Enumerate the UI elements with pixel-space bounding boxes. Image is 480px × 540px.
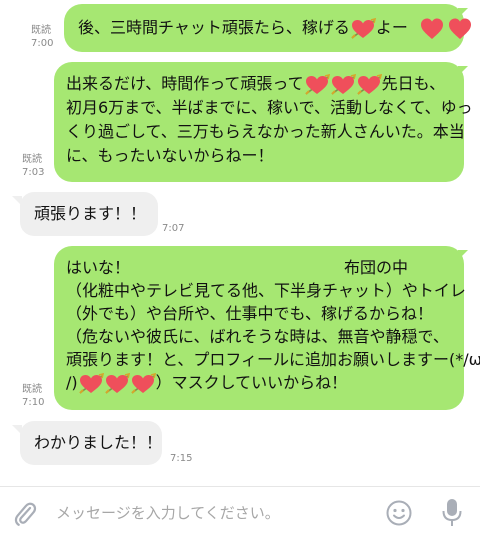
message-text-part: 布団の中 <box>344 258 409 277</box>
microphone-icon[interactable] <box>440 497 464 533</box>
chat-history[interactable]: 既読 7:00 後、三時間チャット頑張たら、稼げる よー 既読 7:03 出来るだ… <box>0 0 480 486</box>
heart-arrow-emoji <box>104 373 130 395</box>
message-text-part: 出来るだけ、時間作って頑張って <box>66 74 304 93</box>
heart-arrow-emoji <box>350 18 376 40</box>
message-text-line: 頑張ります！と、プロフィールに追加お願いしますー(*/ω <box>66 350 480 369</box>
message-text: 後、三時間チャット頑張たら、稼げる よー <box>78 16 450 41</box>
message-input[interactable]: メッセージを入力してください。 <box>56 502 280 523</box>
message-text-part: 先日も、 <box>381 74 446 93</box>
message-input-bar: メッセージを入力してください。 <box>0 486 480 540</box>
message-meta: 既読 7:03 <box>22 153 44 179</box>
heart-arrow-emoji <box>130 373 156 395</box>
heart-arrow-emoji <box>330 74 356 96</box>
heart-arrow-emoji <box>304 74 330 96</box>
message-text-line: （危ないや彼氏に、ばれそうな時は、無音や静穏で、 <box>66 327 449 346</box>
message-bubble-outgoing[interactable]: 後、三時間チャット頑張たら、稼げる よー <box>64 4 464 52</box>
message-text: 頑張ります！！ <box>34 204 147 223</box>
message-time: 7:15 <box>170 453 193 464</box>
message-text-part: /) <box>66 373 78 392</box>
heart-arrow-emoji <box>78 373 104 395</box>
message-text-part: 後、三時間チャット頑張たら、稼げる <box>78 18 350 37</box>
heart-arrow-emoji <box>356 74 382 96</box>
message-text-part: よー <box>375 18 408 37</box>
message-text-line: （化粧中やテレビ見てる他、下半身チャット）やトイレ <box>66 281 466 300</box>
bubble-tail <box>458 8 468 18</box>
bubble-tail <box>458 66 468 76</box>
message-time: 7:10 <box>22 397 45 408</box>
read-receipt: 既読 <box>31 25 51 36</box>
message-bubble-outgoing[interactable]: 出来るだけ、時間作って頑張って 先日も、 初月6万まで、半ばまでに、稼いで、活動し… <box>54 62 473 182</box>
message-text-line: /) ）マスクしていいからね！ <box>66 371 452 395</box>
message-bubble-incoming[interactable]: わかりました！！ <box>20 421 162 465</box>
bubble-tail <box>12 425 22 435</box>
message-text: わかりました！！ <box>34 433 163 452</box>
message-time: 7:00 <box>31 38 54 49</box>
message-text-part: はいな！ <box>66 258 131 277</box>
message-text-line: に、もったいないからねー！ <box>66 146 274 165</box>
message-text-line: 初月6万まで、半ばまでに、稼いで、活動しなくて、ゆっ <box>66 98 473 117</box>
message-meta: 既読 7:00 <box>31 24 53 50</box>
message-meta: 既読 7:10 <box>22 383 44 409</box>
message-time: 7:03 <box>22 167 45 178</box>
message-text-line: 出来るだけ、時間作って頑張って 先日も、 <box>66 72 452 96</box>
message-time: 7:07 <box>162 223 185 234</box>
paperclip-icon[interactable] <box>12 500 38 532</box>
heart-emoji <box>448 17 472 41</box>
heart-emoji <box>420 17 444 41</box>
message-bubble-incoming[interactable]: 頑張ります！！ <box>20 192 158 236</box>
message-text-line: くり過ごして、三万もらえなかった新人さんいた。本当 <box>66 122 465 141</box>
message-text-part: ）マスクしていいからね！ <box>155 373 348 392</box>
bubble-tail <box>12 196 22 206</box>
read-receipt: 既読 <box>22 154 42 165</box>
message-text-line: （外でも）や台所や、仕事中でも、稼げるからね！ <box>66 304 434 323</box>
message-bubble-outgoing[interactable]: はいな！ 布団の中 （化粧中やテレビ見てる他、下半身チャット）やトイレ （外でも）… <box>54 246 480 410</box>
smiley-icon[interactable] <box>385 499 413 531</box>
read-receipt: 既読 <box>22 384 42 395</box>
bubble-tail <box>458 250 468 260</box>
message-text-line: はいな！ 布団の中 <box>66 256 452 279</box>
